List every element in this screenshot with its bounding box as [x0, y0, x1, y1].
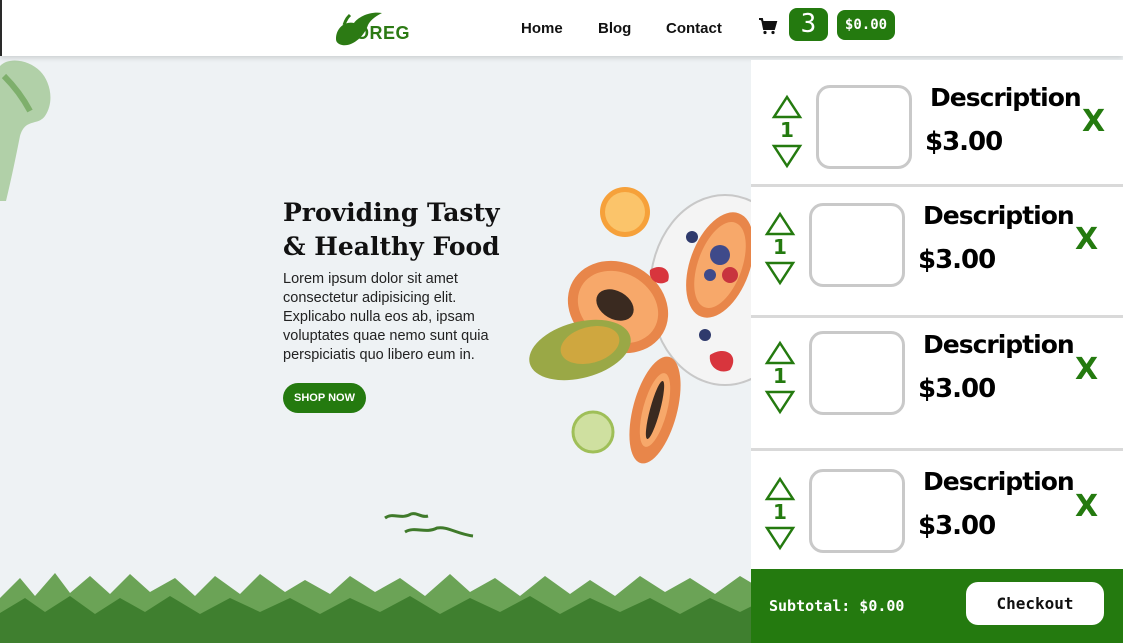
item-description: Description	[923, 467, 1075, 496]
item-thumbnail	[809, 331, 905, 415]
remove-item-button[interactable]: X	[1075, 352, 1098, 387]
birds-decoration	[384, 512, 474, 538]
checkout-button[interactable]: Checkout	[966, 582, 1104, 625]
nav-link-home[interactable]: Home	[521, 20, 563, 37]
nav-link-contact[interactable]: Contact	[666, 20, 722, 37]
shop-now-button[interactable]: SHOP NOW	[283, 383, 366, 413]
cart-icon[interactable]	[758, 17, 778, 35]
item-thumbnail	[809, 203, 905, 287]
triangle-up-icon[interactable]	[764, 211, 796, 237]
remove-item-button[interactable]: X	[1082, 104, 1105, 139]
item-quantity: 1	[780, 118, 794, 142]
triangle-down-icon[interactable]	[764, 389, 796, 415]
cart-footer: Subtotal: $0.00 Checkout	[751, 569, 1123, 643]
navbar: OREG Home Blog Contact 3 $0.00	[0, 0, 1123, 56]
cart-item: 1 Description $3.00 X	[751, 318, 1123, 448]
cart-count-badge[interactable]: 3	[789, 8, 828, 41]
item-thumbnail	[816, 85, 912, 169]
remove-item-button[interactable]: X	[1075, 222, 1098, 257]
item-quantity: 1	[773, 500, 787, 524]
cart-item: 1 Description $3.00 X	[751, 60, 1123, 184]
brand-logo[interactable]: OREG	[334, 9, 410, 49]
cart-panel: 1 Description $3.00 X 1 Description $3.0…	[751, 60, 1123, 643]
item-description: Description	[930, 83, 1082, 112]
green-splash-decoration	[0, 60, 51, 201]
triangle-down-icon[interactable]	[771, 143, 803, 169]
fruit-image	[529, 187, 755, 464]
item-quantity: 1	[773, 235, 787, 259]
triangle-up-icon[interactable]	[771, 94, 803, 120]
cart-item: 1 Description $3.00 X	[751, 451, 1123, 569]
item-price: $3.00	[918, 511, 996, 541]
remove-item-button[interactable]: X	[1075, 489, 1098, 524]
item-price: $3.00	[925, 127, 1003, 157]
logo-text: OREG	[355, 23, 411, 43]
triangle-down-icon[interactable]	[764, 260, 796, 286]
hero-description: Lorem ipsum dolor sit amet consectetur a…	[283, 271, 489, 363]
grass-decoration	[0, 573, 760, 643]
cart-total-badge[interactable]: $0.00	[837, 10, 895, 40]
triangle-up-icon[interactable]	[764, 340, 796, 366]
item-thumbnail	[809, 469, 905, 553]
nav-link-blog[interactable]: Blog	[598, 20, 631, 37]
item-price: $3.00	[918, 245, 996, 275]
item-price: $3.00	[918, 374, 996, 404]
item-quantity: 1	[773, 364, 787, 388]
subtotal-label: Subtotal: $0.00	[769, 597, 905, 615]
item-description: Description	[923, 330, 1075, 359]
hero-title: Providing Tasty & Healthy Food	[283, 198, 500, 261]
cart-item: 1 Description $3.00 X	[751, 187, 1123, 315]
triangle-down-icon[interactable]	[764, 525, 796, 551]
item-description: Description	[923, 201, 1075, 230]
triangle-up-icon[interactable]	[764, 476, 796, 502]
